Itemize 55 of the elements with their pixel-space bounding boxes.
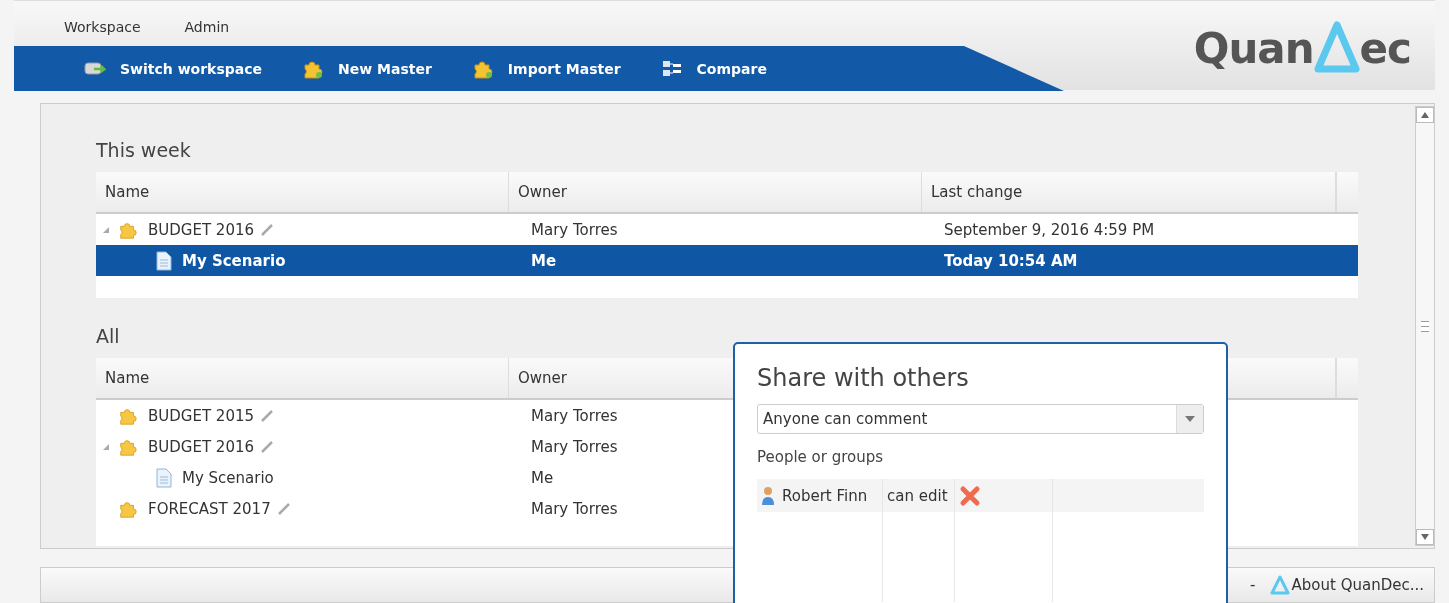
table-cell: Me	[531, 251, 557, 270]
puzzle-icon	[471, 58, 494, 79]
scroll-up-icon[interactable]	[1416, 107, 1434, 123]
toolbar-button[interactable]: New Master	[302, 58, 432, 79]
toolbar-button[interactable]: Import Master	[471, 58, 621, 79]
column-header[interactable]: Owner	[518, 183, 567, 201]
collapse-arrow-icon[interactable]	[102, 442, 110, 451]
item-name[interactable]: BUDGET 2016	[148, 220, 255, 239]
section-title: This week	[96, 138, 192, 160]
compare-icon	[660, 58, 683, 79]
access-dropdown[interactable]: Anyone can comment	[757, 404, 1204, 434]
pencil-icon[interactable]	[276, 501, 291, 516]
column-header[interactable]: Last change	[931, 183, 1023, 201]
puzzle-icon	[302, 58, 324, 79]
item-name[interactable]: My Scenario	[182, 468, 274, 487]
table-cell: September 9, 2016 4:59 PM	[944, 220, 1155, 239]
person-icon	[761, 485, 775, 506]
table-cell: Today 10:54 AM	[944, 251, 1078, 270]
document-icon	[156, 467, 172, 488]
table-cell: Mary Torres	[531, 499, 618, 518]
table-cell: Mary Torres	[531, 220, 618, 239]
selected-row[interactable]: My Scenario Me Today 10:54 AM	[96, 245, 1358, 276]
triangle-icon	[1269, 575, 1290, 595]
triangle-icon	[1313, 21, 1360, 75]
scrollbar[interactable]	[1415, 106, 1435, 546]
document-icon	[156, 250, 172, 271]
field-label: People or groups	[757, 448, 885, 466]
pencil-icon[interactable]	[260, 408, 275, 423]
switch-icon	[84, 59, 106, 78]
person-name: Robert Finn	[782, 486, 868, 505]
pencil-icon[interactable]	[260, 222, 275, 237]
column-header[interactable]: Owner	[518, 369, 567, 387]
item-name[interactable]: My Scenario	[182, 251, 286, 270]
collapse-arrow-icon[interactable]	[102, 225, 110, 234]
section-title: All	[96, 324, 121, 346]
column-header[interactable]: Name	[105, 369, 150, 387]
pencil-icon[interactable]	[260, 439, 275, 454]
column-header[interactable]: Name	[105, 183, 150, 201]
toolbar-button[interactable]: Compare	[660, 58, 767, 79]
table-cell: Me	[531, 468, 554, 487]
item-name[interactable]: BUDGET 2015	[148, 406, 255, 425]
separator-text: -	[1250, 576, 1256, 594]
table-cell: Mary Torres	[531, 437, 618, 456]
logo: Quan ec	[1193, 21, 1411, 75]
menu-item[interactable]: Workspace	[64, 18, 141, 35]
dialog-title: Share with others	[757, 364, 970, 392]
remove-icon[interactable]	[959, 484, 981, 507]
item-name[interactable]: BUDGET 2016	[148, 437, 255, 456]
table-cell: Mary Torres	[531, 406, 618, 425]
item-name[interactable]: FORECAST 2017	[148, 499, 271, 518]
toolbar-button[interactable]: Switch workspace	[84, 59, 262, 78]
scroll-grip-icon[interactable]	[1421, 320, 1429, 332]
scroll-down-icon[interactable]	[1416, 529, 1434, 545]
menu-item[interactable]: Admin	[184, 18, 230, 35]
about-link[interactable]: About QuanDec...	[1269, 575, 1424, 595]
